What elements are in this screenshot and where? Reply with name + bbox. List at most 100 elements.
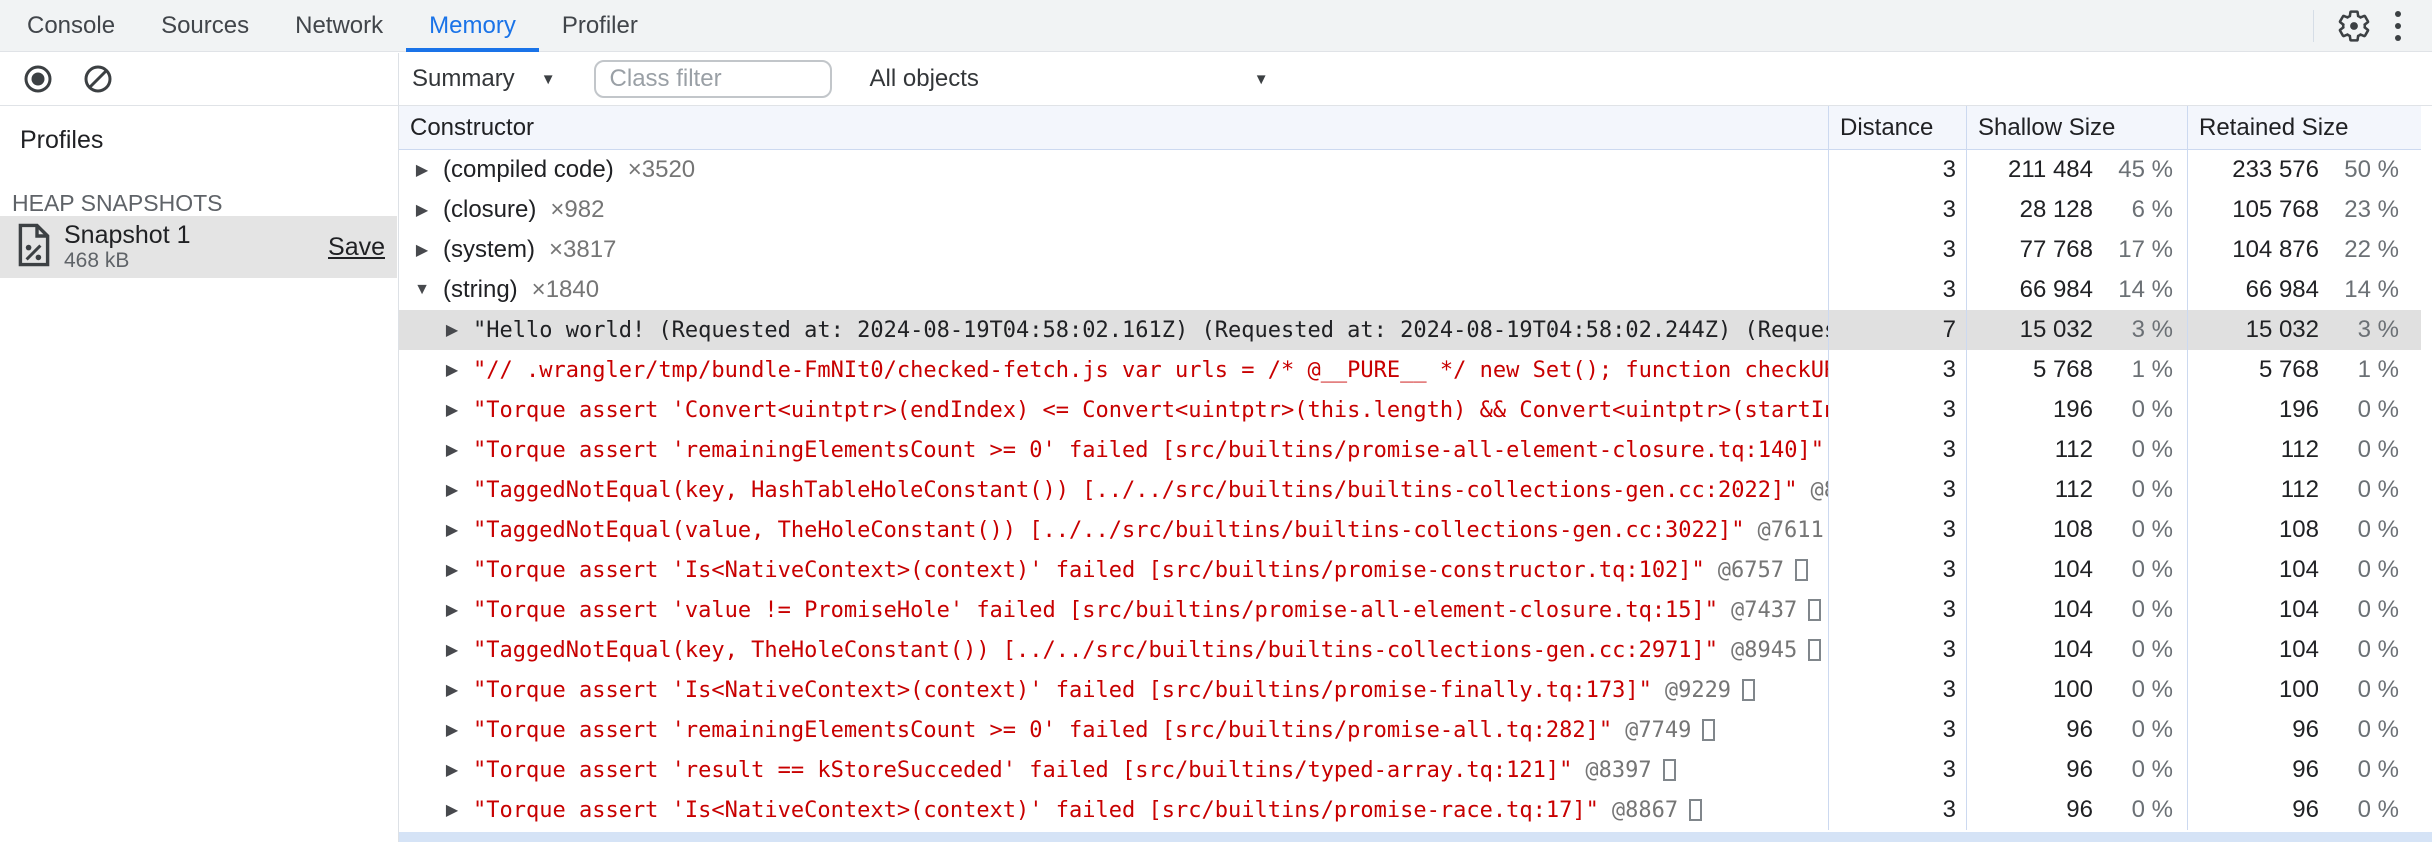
- shallow-size-cell: 96 0 %: [1966, 710, 2187, 750]
- distance-cell: 7: [1828, 310, 1966, 350]
- object-id: @8867: [1611, 797, 1679, 823]
- shallow-size-cell: 77 768 17 %: [1966, 230, 2187, 270]
- tabbar-divider: [2313, 9, 2314, 42]
- table-row[interactable]: ▶ (compiled code) ×3520 3 211 484 45 % 233 576…: [399, 150, 2421, 190]
- collapsed-arrow-icon[interactable]: ▶: [441, 320, 463, 340]
- retained-size-cell: 233 576 50 %: [2187, 150, 2421, 190]
- instance-count: ×3817: [549, 236, 617, 263]
- collapsed-arrow-icon[interactable]: ▶: [411, 240, 433, 260]
- retained-size-cell: 5 768 1 %: [2187, 350, 2421, 390]
- instance-count: ×1840: [531, 276, 600, 303]
- collapsed-arrow-icon[interactable]: ▶: [441, 800, 463, 820]
- collapsed-arrow-icon[interactable]: ▶: [441, 600, 463, 620]
- collapsed-arrow-icon[interactable]: ▶: [441, 360, 463, 380]
- table-row[interactable]: ▶ "Torque assert 'remainingElementsCount …: [399, 430, 2421, 470]
- table-row[interactable]: ▶ "Torque assert 'Is<NativeContext>(conte…: [399, 670, 2421, 710]
- settings-gear-icon[interactable]: [2332, 4, 2376, 48]
- distance-cell: 3: [1828, 190, 1966, 230]
- class-filter-input[interactable]: [593, 60, 832, 98]
- snapshot-size: 468 kB: [64, 249, 130, 273]
- size-value: 112: [2280, 436, 2319, 463]
- table-row[interactable]: ▶ "TaggedNotEqual(value, TheHoleConstant(…: [399, 510, 2421, 550]
- tab-memory[interactable]: Memory: [406, 0, 539, 52]
- size-value: 104 876: [2232, 236, 2319, 263]
- chevron-down-icon: ▼: [1253, 70, 1269, 88]
- retainers-pane-edge: [399, 832, 2432, 842]
- constructor-cell: ▶ (closure) ×982: [399, 190, 1828, 230]
- tab-console[interactable]: Console: [4, 0, 138, 51]
- constructor-cell: ▶ "Torque assert 'Is<NativeContext>(conte…: [399, 670, 1828, 710]
- record-heap-snapshot-button[interactable]: [20, 61, 56, 97]
- size-percent: 50 %: [2344, 156, 2399, 183]
- collapsed-arrow-icon[interactable]: ▶: [441, 440, 463, 460]
- constructor-cell: ▶ "Torque assert 'Is<NativeContext>(conte…: [399, 550, 1828, 590]
- size-value: 196: [2278, 396, 2319, 423]
- table-row[interactable]: ▶ "Torque assert 'remainingElementsCount …: [399, 710, 2421, 750]
- constructor-cell: ▶ "Hello world! (Requested at: 2024-08-19…: [399, 310, 1828, 350]
- save-link[interactable]: Save: [328, 233, 385, 262]
- constructor-cell: ▶ "Torque assert 'value != PromiseHole' f…: [399, 590, 1828, 630]
- constructor-cell: ▶ (compiled code) ×3520: [399, 150, 1828, 190]
- size-percent: 3 %: [2131, 316, 2173, 343]
- collapsed-arrow-icon[interactable]: ▶: [441, 400, 463, 420]
- size-percent: 0 %: [2131, 676, 2173, 703]
- size-percent: 45 %: [2118, 156, 2173, 183]
- collapsed-arrow-icon[interactable]: ▶: [411, 160, 433, 180]
- table-row[interactable]: ▼ (string) ×1840 3 66 984 14 % 66 984 14 %: [399, 270, 2421, 310]
- tab-sources[interactable]: Sources: [138, 0, 272, 51]
- more-options-icon[interactable]: [2376, 4, 2420, 48]
- profiles-sidebar: Profiles HEAP SNAPSHOTS Snapshot 1 468 k…: [0, 106, 398, 842]
- object-id: @7611: [1757, 517, 1824, 543]
- table-row[interactable]: ▶ "TaggedNotEqual(key, TheHoleConstant())…: [399, 630, 2421, 670]
- collapsed-arrow-icon[interactable]: ▶: [441, 640, 463, 660]
- column-header-retained-size[interactable]: Retained Size: [2187, 106, 2421, 149]
- table-row[interactable]: ▶ (closure) ×982 3 28 128 6 % 105 768 23 %: [399, 190, 2421, 230]
- table-row[interactable]: ▶ "Torque assert 'Is<NativeContext>(conte…: [399, 550, 2421, 590]
- collapsed-arrow-icon[interactable]: ▶: [411, 200, 433, 220]
- size-percent: 0 %: [2131, 756, 2173, 783]
- constructor-label: "Torque assert 'Is<NativeContext>(contex…: [473, 557, 1705, 583]
- size-percent: 14 %: [2344, 276, 2399, 303]
- table-row[interactable]: ▶ (system) ×3817 3 77 768 17 % 104 876 22 %: [399, 230, 2421, 270]
- collapsed-arrow-icon[interactable]: ▶: [441, 560, 463, 580]
- column-header-shallow-size[interactable]: Shallow Size: [1966, 106, 2187, 149]
- collapsed-arrow-icon[interactable]: ▶: [441, 760, 463, 780]
- collapsed-arrow-icon[interactable]: ▶: [441, 680, 463, 700]
- table-row[interactable]: ▶ "TaggedNotEqual(key, HashTableHoleConst…: [399, 470, 2421, 510]
- profiles-title: Profiles: [20, 126, 104, 154]
- table-row[interactable]: ▶ "Torque assert 'result == kStoreSuccede…: [399, 750, 2421, 790]
- instance-count: ×3520: [627, 156, 696, 183]
- column-header-constructor[interactable]: Constructor: [399, 106, 1828, 149]
- collapsed-arrow-icon[interactable]: ▶: [441, 480, 463, 500]
- table-row[interactable]: ▶ "Torque assert 'Is<NativeContext>(conte…: [399, 790, 2421, 830]
- size-percent: 0 %: [2131, 596, 2173, 623]
- table-row[interactable]: ▶ "Hello world! (Requested at: 2024-08-19…: [399, 310, 2421, 350]
- size-percent: 0 %: [2357, 796, 2399, 823]
- profile-view-select[interactable]: Summary ▼: [412, 65, 556, 93]
- size-percent: 1 %: [2357, 356, 2399, 383]
- size-percent: 0 %: [2357, 436, 2399, 463]
- size-value: 96: [2066, 796, 2093, 823]
- clear-profiles-button[interactable]: [80, 61, 116, 97]
- table-row[interactable]: ▶ "// .wrangler/tmp/bundle-FmNIt0/checked…: [399, 350, 2421, 390]
- shallow-size-cell: 96 0 %: [1966, 750, 2187, 790]
- table-row[interactable]: ▶ "Torque assert 'Convert<uintptr>(endInd…: [399, 390, 2421, 430]
- collapsed-arrow-icon[interactable]: ▶: [441, 520, 463, 540]
- expanded-arrow-icon[interactable]: ▼: [411, 281, 433, 299]
- size-percent: 0 %: [2357, 396, 2399, 423]
- panel-divider[interactable]: [398, 53, 399, 842]
- shallow-size-cell: 100 0 %: [1966, 670, 2187, 710]
- tab-profiler[interactable]: Profiler: [539, 0, 661, 51]
- object-scope-select[interactable]: All objects ▼: [852, 65, 1287, 93]
- constructor-label: "TaggedNotEqual(value, TheHoleConstant()…: [473, 517, 1745, 543]
- retained-size-cell: 104 0 %: [2187, 550, 2421, 590]
- tabbar-right-controls: [2313, 0, 2432, 51]
- collapsed-arrow-icon[interactable]: ▶: [441, 720, 463, 740]
- tab-network[interactable]: Network: [272, 0, 406, 51]
- size-percent: 0 %: [2357, 476, 2399, 503]
- distance-cell: 3: [1828, 550, 1966, 590]
- missing-glyph-box: [1742, 679, 1756, 701]
- table-row[interactable]: ▶ "Torque assert 'value != PromiseHole' f…: [399, 590, 2421, 630]
- snapshot-item[interactable]: Snapshot 1 468 kB Save: [0, 216, 397, 278]
- column-header-distance[interactable]: Distance: [1828, 106, 1966, 149]
